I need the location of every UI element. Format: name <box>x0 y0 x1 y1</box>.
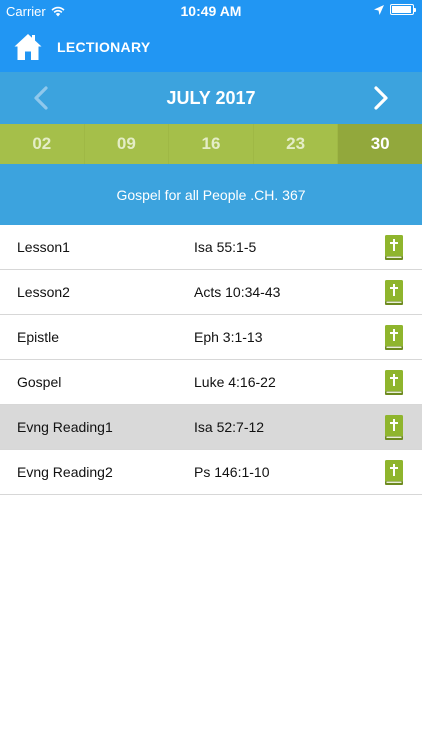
bible-icon[interactable] <box>385 415 403 440</box>
bible-icon[interactable] <box>385 235 403 260</box>
bible-icon[interactable] <box>385 460 403 485</box>
date-tab[interactable]: 09 <box>85 124 170 164</box>
home-icon[interactable] <box>13 32 43 62</box>
date-tab-selected[interactable]: 30 <box>338 124 422 164</box>
reading-label: Evng Reading1 <box>17 419 113 435</box>
reading-reference: Ps 146:1-10 <box>194 464 270 480</box>
date-strip: 02 09 16 23 30 <box>0 124 422 164</box>
status-time: 10:49 AM <box>180 3 242 19</box>
bible-icon[interactable] <box>385 280 403 305</box>
status-right <box>374 4 416 15</box>
reading-label: Evng Reading2 <box>17 464 113 480</box>
reading-label: Epistle <box>17 329 60 345</box>
reading-reference: Isa 52:7-12 <box>194 419 265 435</box>
reading-row[interactable]: Evng Reading2 Ps 146:1-10 <box>0 450 422 495</box>
hymn-banner: Gospel for all People .CH. 367 <box>0 164 422 225</box>
reading-row[interactable]: Lesson2 Acts 10:34-43 <box>0 270 422 315</box>
page-title: LECTIONARY <box>57 39 151 55</box>
battery-icon <box>390 4 416 15</box>
bible-icon[interactable] <box>385 325 403 350</box>
reading-reference: Eph 3:1-13 <box>194 329 263 345</box>
reading-row[interactable]: Gospel Luke 4:16-22 <box>0 360 422 405</box>
next-month-chevron-icon[interactable] <box>366 84 394 112</box>
reading-reference: Acts 10:34-43 <box>194 284 281 300</box>
month-label: JULY 2017 <box>166 87 256 108</box>
reading-label: Gospel <box>17 374 62 390</box>
reading-row[interactable]: Epistle Eph 3:1-13 <box>0 315 422 360</box>
status-bar: Carrier 10:49 AM <box>0 0 422 22</box>
readings-list: Lesson1 Isa 55:1-5 Lesson2 Acts 10:34-43… <box>0 225 422 495</box>
nav-bar: LECTIONARY <box>0 22 422 72</box>
bible-icon[interactable] <box>385 370 403 395</box>
location-arrow-icon <box>374 4 384 15</box>
reading-reference: Luke 4:16-22 <box>194 374 276 390</box>
hymn-text: Gospel for all People .CH. 367 <box>116 186 306 203</box>
reading-row[interactable]: Lesson1 Isa 55:1-5 <box>0 225 422 270</box>
reading-label: Lesson1 <box>17 239 70 255</box>
date-tab[interactable]: 02 <box>0 124 85 164</box>
date-tab[interactable]: 16 <box>169 124 254 164</box>
reading-label: Lesson2 <box>17 284 70 300</box>
previous-month-chevron-icon[interactable] <box>28 84 56 112</box>
reading-reference: Isa 55:1-5 <box>194 239 257 255</box>
month-navigator: JULY 2017 <box>0 72 422 124</box>
reading-row-highlighted[interactable]: Evng Reading1 Isa 52:7-12 <box>0 405 422 450</box>
date-tab[interactable]: 23 <box>254 124 339 164</box>
